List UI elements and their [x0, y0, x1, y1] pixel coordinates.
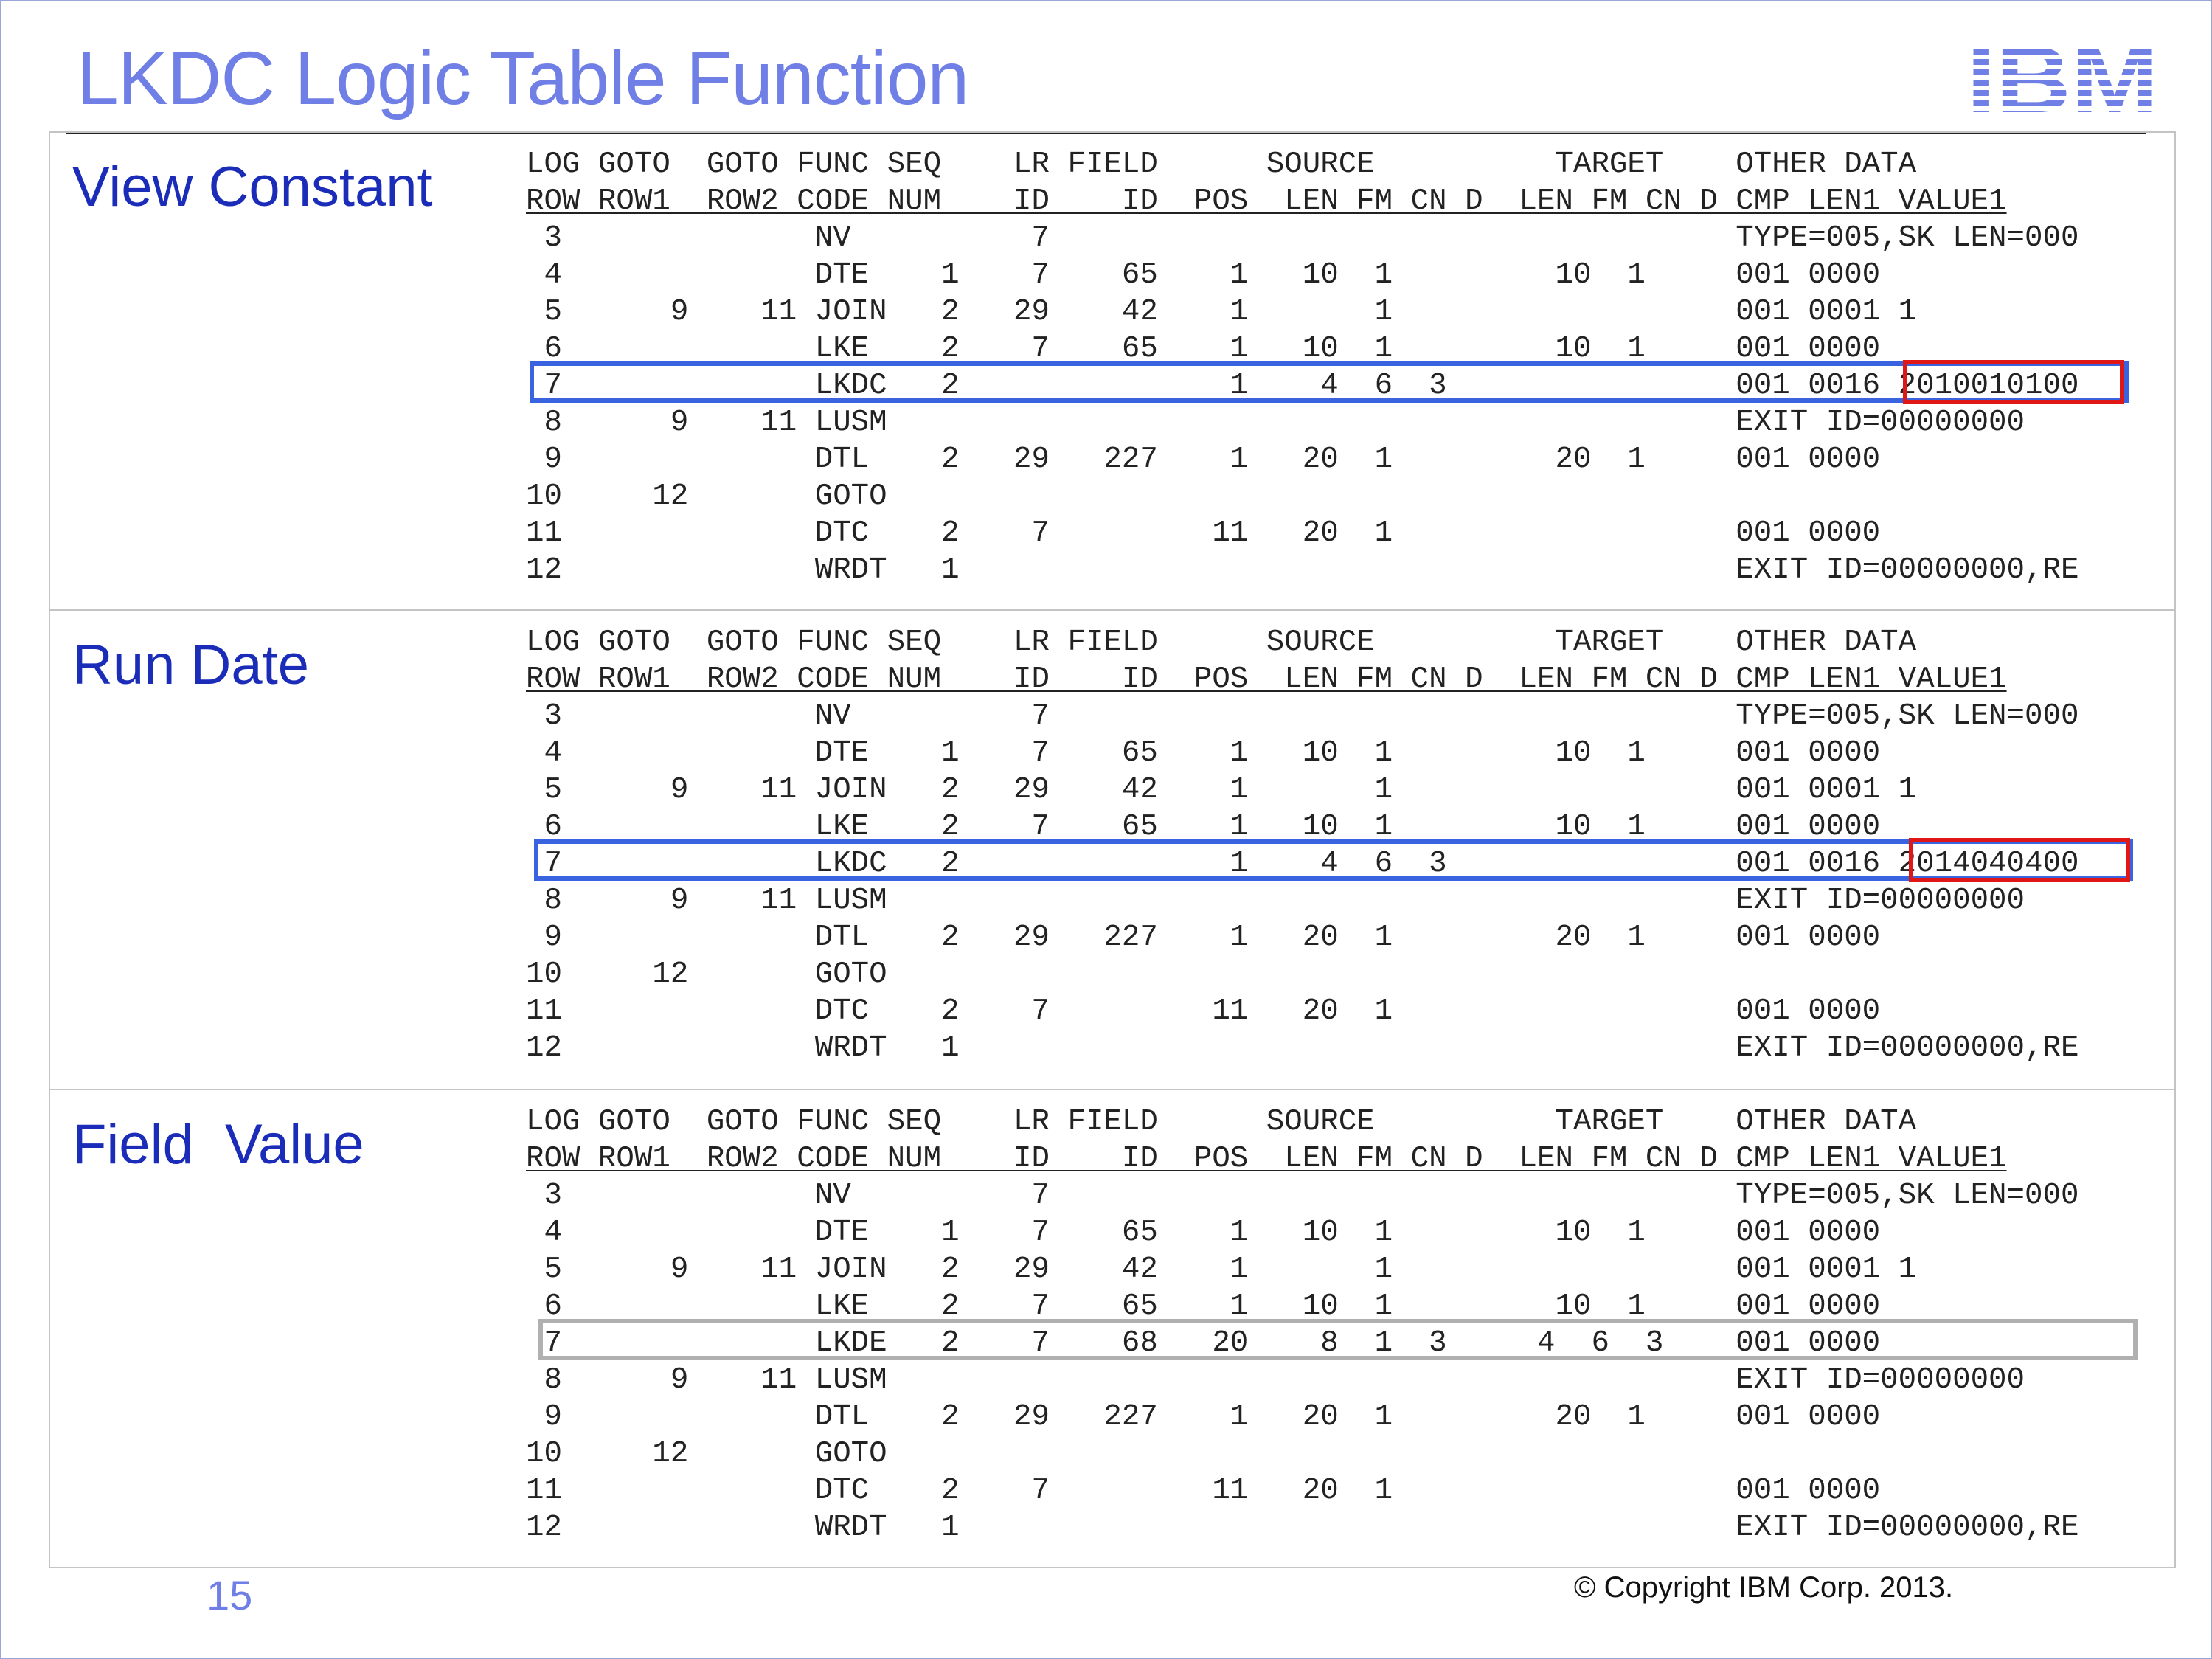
table-row: 9 DTL 2 29 227 1 20 1 20 1 001 0000	[526, 1400, 1881, 1434]
section-title-field-value: Field Value	[72, 1113, 364, 1176]
table-row: 10 12 GOTO	[526, 957, 887, 991]
table-row: 4 DTE 1 7 65 1 10 1 10 1 001 0000	[526, 1216, 1881, 1250]
table-row: 10 12 GOTO	[526, 479, 887, 513]
table-row: 11 DTC 2 7 11 20 1 001 0000	[526, 516, 1881, 550]
panel-run-date: Run Date LOG GOTO GOTO FUNC SEQ LR FIELD…	[49, 611, 2176, 1090]
ibm-logo-icon: IBM	[1966, 38, 2158, 117]
table-row: 3 NV 7 TYPE=005,SK LEN=000	[526, 1179, 2079, 1213]
panel-field-value: Field Value LOG GOTO GOTO FUNC SEQ LR FI…	[49, 1090, 2176, 1568]
section-title-run-date: Run Date	[72, 634, 310, 696]
table-row: 9 DTL 2 29 227 1 20 1 20 1 001 0000	[526, 921, 1881, 955]
table-header-line: LOG GOTO GOTO FUNC SEQ LR FIELD SOURCE T…	[526, 626, 1917, 659]
table-header-line: LOG GOTO GOTO FUNC SEQ LR FIELD SOURCE T…	[526, 148, 1917, 181]
table-row: 12 WRDT 1 EXIT ID=00000000,RE	[526, 553, 2079, 587]
highlight-value1	[1903, 360, 2124, 404]
table-row: 5 9 11 JOIN 2 29 42 1 1 001 0001 1	[526, 1253, 1917, 1286]
table-row: 4 DTE 1 7 65 1 10 1 10 1 001 0000	[526, 736, 1881, 770]
table-row: 8 9 11 LUSM EXIT ID=00000000	[526, 884, 2025, 918]
panel-view-constant: View Constant LOG GOTO GOTO FUNC SEQ LR …	[49, 131, 2176, 611]
table-row: 8 9 11 LUSM EXIT ID=00000000	[526, 406, 2025, 440]
highlight-row-7	[534, 839, 2133, 881]
svg-text:IBM: IBM	[1966, 38, 2158, 117]
table-row: 10 12 GOTO	[526, 1437, 887, 1471]
section-title-view-constant: View Constant	[72, 156, 433, 218]
table-row: 12 WRDT 1 EXIT ID=00000000,RE	[526, 1031, 2079, 1065]
copyright-notice: © Copyright IBM Corp. 2013.	[1574, 1571, 1954, 1604]
highlight-value1	[1909, 838, 2130, 882]
table-row: 5 9 11 JOIN 2 29 42 1 1 001 0001 1	[526, 773, 1917, 807]
highlight-row-7	[538, 1319, 2138, 1360]
table-header-line: LOG GOTO GOTO FUNC SEQ LR FIELD SOURCE T…	[526, 1105, 1917, 1139]
highlight-row-7	[530, 361, 2129, 403]
table-row: 5 9 11 JOIN 2 29 42 1 1 001 0001 1	[526, 295, 1917, 329]
table-header-line: ROW ROW1 ROW2 CODE NUM ID ID POS LEN FM …	[526, 662, 2007, 696]
table-header-line: ROW ROW1 ROW2 CODE NUM ID ID POS LEN FM …	[526, 184, 2007, 218]
page-number: 15	[207, 1572, 253, 1618]
table-header-line: ROW ROW1 ROW2 CODE NUM ID ID POS LEN FM …	[526, 1142, 2007, 1176]
table-row: 12 WRDT 1 EXIT ID=00000000,RE	[526, 1511, 2079, 1545]
table-row: 11 DTC 2 7 11 20 1 001 0000	[526, 1474, 1881, 1508]
table-row: 8 9 11 LUSM EXIT ID=00000000	[526, 1363, 2025, 1397]
table-row: 4 DTE 1 7 65 1 10 1 10 1 001 0000	[526, 258, 1881, 292]
table-row: 3 NV 7 TYPE=005,SK LEN=000	[526, 699, 2079, 733]
table-row: 3 NV 7 TYPE=005,SK LEN=000	[526, 221, 2079, 255]
table-row: 11 DTC 2 7 11 20 1 001 0000	[526, 994, 1881, 1028]
slide-title: LKDC Logic Table Function	[77, 36, 969, 120]
table-row: 9 DTL 2 29 227 1 20 1 20 1 001 0000	[526, 443, 1881, 477]
